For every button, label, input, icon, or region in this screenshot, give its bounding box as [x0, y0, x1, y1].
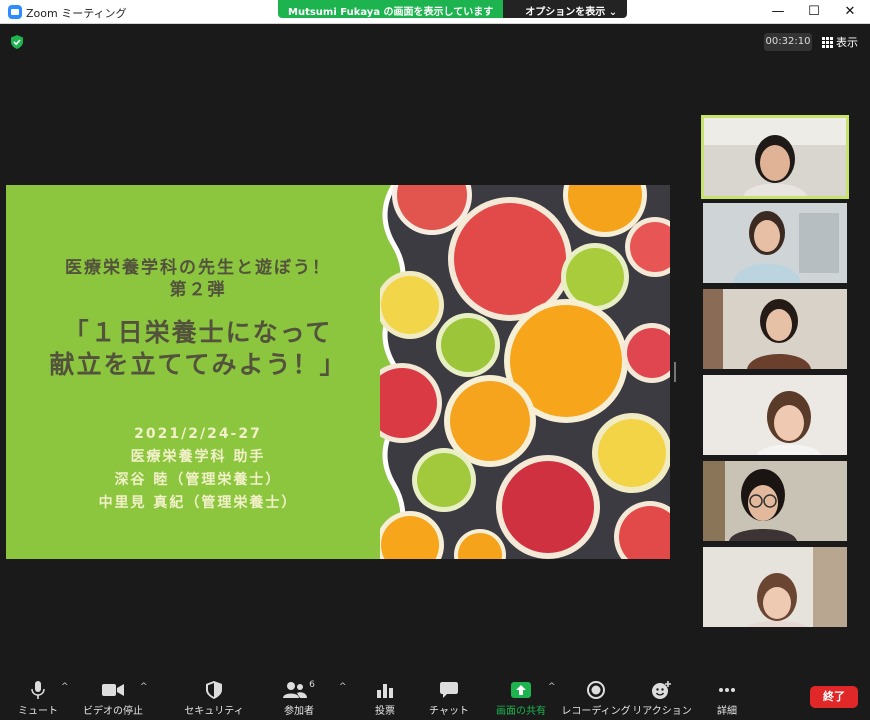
meeting-toolbar: ミュート ^ ビデオの停止 ^ セキュリティ 6 参加者 ^ 投票 チャット 画… [0, 672, 870, 720]
reactions-label: リアクション [632, 706, 692, 717]
polls-label: 投票 [375, 706, 395, 717]
participants-button[interactable]: 6 参加者 [264, 680, 334, 717]
participant-video-3[interactable] [703, 289, 847, 369]
slide-text-panel: 医療栄養学科の先生と遊ぼう！ 第２弾 「１日栄養士になって 献立を立ててみよう！… [6, 185, 390, 559]
microphone-icon [31, 680, 45, 700]
security-label: セキュリティ [184, 706, 244, 717]
stop-video-button[interactable]: ビデオの停止 [78, 680, 148, 717]
view-button[interactable]: 表示 [822, 34, 858, 50]
slide-person2: 中里見 真紀（管理栄養士） [98, 495, 298, 511]
pane-resize-handle[interactable] [674, 362, 676, 382]
slide-department: 医療栄養学科 助手 [130, 449, 266, 465]
slide-heading-line2: 第２弾 [169, 280, 227, 300]
participants-label: 参加者 [284, 706, 314, 717]
citrus-photo [380, 185, 670, 559]
share-screen-button[interactable]: 画面の共有 [486, 680, 556, 717]
poll-chart-icon [377, 680, 393, 700]
share-screen-label: 画面の共有 [496, 706, 546, 717]
share-banner: Mutsumi Fukaya の画面を表示しています オプションを表示 ⌄ [278, 0, 628, 18]
share-screen-icon [511, 680, 531, 700]
minimize-button[interactable]: — [760, 0, 796, 24]
ellipsis-icon [718, 680, 736, 700]
sharing-message: Mutsumi Fukaya の画面を表示しています [278, 0, 504, 18]
view-label: 表示 [836, 36, 858, 49]
slide-main-line2: 献立を立ててみよう！」 [49, 350, 347, 379]
chat-label: チャット [429, 706, 469, 717]
more-label: 詳細 [717, 706, 737, 717]
participant-video-2[interactable] [703, 203, 847, 283]
meeting-timer: 00:32:10 [764, 33, 812, 51]
more-button[interactable]: 詳細 [692, 680, 762, 717]
video-options-caret[interactable]: ^ [140, 682, 148, 692]
record-button[interactable]: レコーディング [561, 680, 631, 717]
participant-video-4[interactable] [703, 375, 847, 455]
chat-bubble-icon [440, 680, 458, 700]
slide-heading-line1: 医療栄養学科の先生と遊ぼう！ [65, 258, 331, 278]
video-camera-icon [102, 680, 124, 700]
security-shield-icon [206, 680, 222, 700]
security-button[interactable]: セキュリティ [179, 680, 249, 717]
grid-view-icon [822, 36, 833, 48]
record-icon [587, 680, 605, 700]
reactions-button[interactable]: リアクション [627, 680, 697, 717]
audio-options-caret[interactable]: ^ [61, 682, 69, 692]
reaction-smiley-icon [652, 680, 672, 700]
participant-video-5[interactable] [703, 461, 847, 541]
participants-icon: 6 [283, 680, 315, 700]
slide-main-title: 「１日栄養士になって 献立を立ててみよう！」 [6, 317, 390, 381]
participants-options-caret[interactable]: ^ [339, 682, 347, 692]
participant-count: 6 [309, 680, 315, 690]
stop-video-label: ビデオの停止 [83, 706, 143, 717]
view-options-button[interactable]: オプションを表示 ⌄ [503, 0, 628, 18]
participant-video-6[interactable] [703, 547, 847, 627]
maximize-button[interactable]: ☐ [796, 0, 832, 24]
close-button[interactable]: ✕ [832, 0, 868, 24]
chat-button[interactable]: チャット [414, 680, 484, 717]
encryption-shield-icon[interactable] [11, 35, 23, 49]
polls-button[interactable]: 投票 [350, 680, 420, 717]
share-options-caret[interactable]: ^ [548, 682, 556, 692]
shared-screen-slide: 医療栄養学科の先生と遊ぼう！ 第２弾 「１日栄養士になって 献立を立ててみよう！… [6, 185, 670, 559]
slide-person1: 深谷 睦（管理栄養士） [114, 472, 282, 488]
slide-main-line1: 「１日栄養士になって [63, 318, 333, 347]
mute-label: ミュート [18, 706, 58, 717]
slide-info: 2021/2/24-27 医療栄養学科 助手 深谷 睦（管理栄養士） 中里見 真… [6, 423, 390, 515]
end-meeting-button[interactable]: 終了 [810, 686, 858, 708]
slide-heading: 医療栄養学科の先生と遊ぼう！ 第２弾 [6, 257, 390, 301]
slide-date: 2021/2/24-27 [134, 426, 262, 442]
window-title: Zoom ミーティング [26, 7, 127, 20]
record-label: レコーディング [561, 706, 631, 717]
participant-video-1[interactable] [701, 115, 849, 199]
zoom-logo-icon [8, 5, 22, 19]
